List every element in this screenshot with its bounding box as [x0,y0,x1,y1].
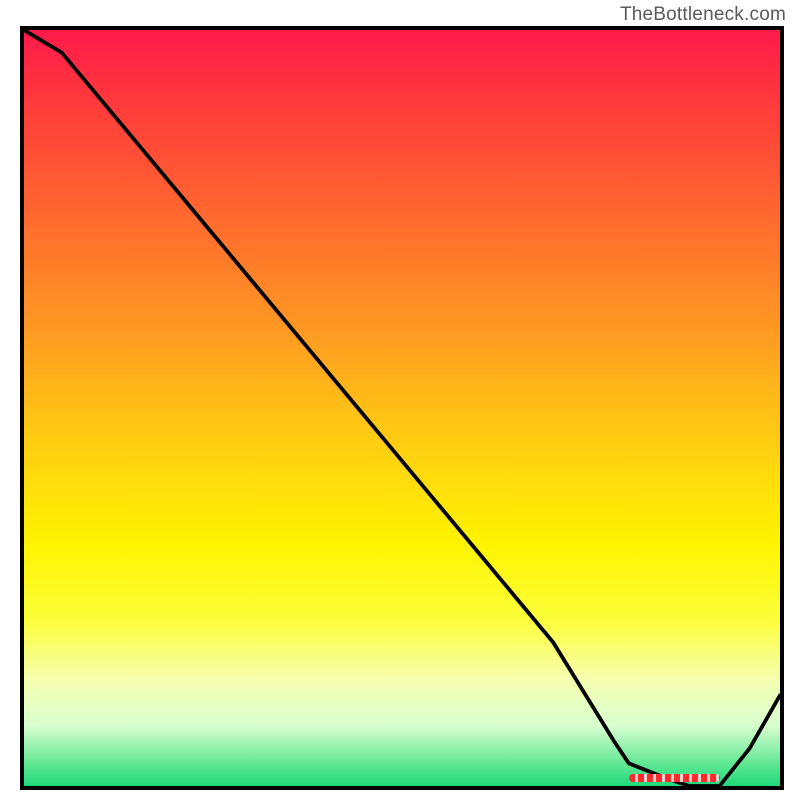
chart-plot-area [20,30,780,790]
attribution-text: TheBottleneck.com [620,4,786,26]
chart-right-border [780,26,784,790]
optimal-range-marker [629,774,720,782]
chart-curve-svg [24,30,780,786]
bottleneck-curve-line [24,30,780,786]
